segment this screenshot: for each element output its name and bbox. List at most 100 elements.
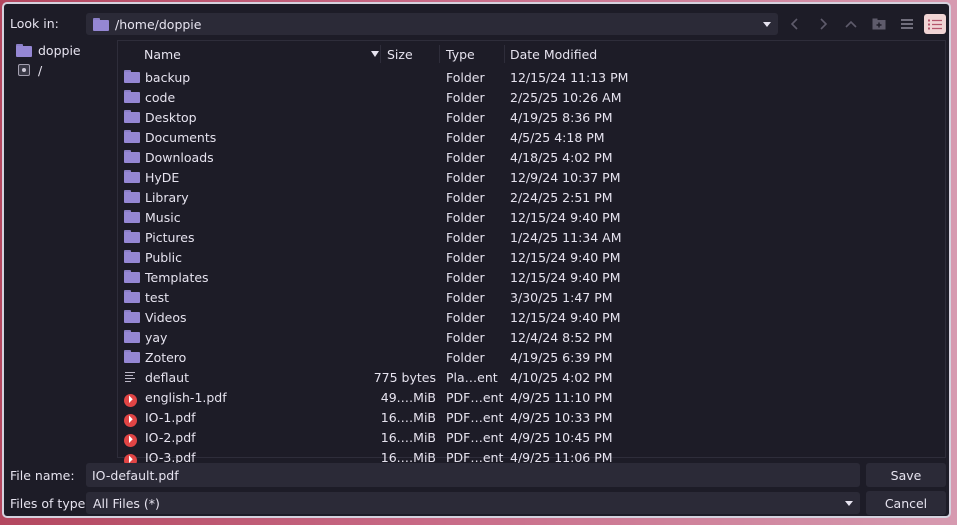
file-size: 16.…MiB (380, 430, 436, 445)
file-name: Pictures (145, 230, 195, 245)
folder-icon (124, 330, 140, 346)
file-date-modified: 12/15/24 9:40 PM (510, 250, 621, 265)
column-type[interactable]: Type (446, 47, 475, 62)
pdf-icon: ⏵ (124, 430, 137, 447)
file-date-modified: 4/10/25 4:02 PM (510, 370, 613, 385)
detail-view-button[interactable] (924, 14, 946, 34)
column-date-modified[interactable]: Date Modified (510, 47, 597, 62)
column-name[interactable]: Name (144, 47, 181, 62)
file-size: 775 bytes (373, 370, 436, 385)
list-view-button[interactable] (896, 14, 918, 34)
file-date-modified: 4/19/25 8:36 PM (510, 110, 613, 125)
file-name: deflaut (145, 370, 189, 385)
file-date-modified: 4/9/25 10:45 PM (510, 430, 613, 445)
folder-icon (124, 90, 140, 106)
file-name: Library (145, 190, 189, 205)
file-date-modified: 1/24/25 11:34 AM (510, 230, 622, 245)
table-row[interactable]: Videos Folder 12/15/24 9:40 PM (118, 307, 945, 327)
table-header: Name Size Type Date Modified (118, 41, 945, 67)
table-row[interactable]: HyDE Folder 12/9/24 10:37 PM (118, 167, 945, 187)
table-row[interactable]: Public Folder 12/15/24 9:40 PM (118, 247, 945, 267)
file-date-modified: 4/19/25 6:39 PM (510, 350, 613, 365)
folder-icon (124, 210, 140, 226)
column-size[interactable]: Size (387, 47, 413, 62)
folder-icon (124, 310, 140, 326)
table-row[interactable]: Zotero Folder 4/19/25 6:39 PM (118, 347, 945, 367)
file-type: Folder (446, 130, 485, 145)
places-sidebar: doppie / (12, 40, 110, 458)
table-row[interactable]: ⏵ IO-2.pdf 16.…MiB PDF…ent 4/9/25 10:45 PM (118, 427, 945, 447)
file-type: PDF…ent (446, 410, 504, 425)
detail-view-icon (928, 19, 942, 29)
new-folder-icon (872, 18, 886, 30)
file-name: Public (145, 250, 182, 265)
table-row[interactable]: Pictures Folder 1/24/25 11:34 AM (118, 227, 945, 247)
file-date-modified: 12/9/24 10:37 PM (510, 170, 621, 185)
file-date-modified: 2/25/25 10:26 AM (510, 90, 622, 105)
files-of-type-combo[interactable]: All Files (*) (86, 492, 860, 514)
file-name: code (145, 90, 176, 105)
drive-icon (18, 64, 30, 76)
file-name: IO-1.pdf (145, 410, 196, 425)
file-type: Folder (446, 210, 485, 225)
folder-icon (124, 350, 140, 366)
sort-desc-icon (371, 51, 379, 57)
folder-icon (124, 190, 140, 206)
folder-icon (124, 290, 140, 306)
file-name: english-1.pdf (145, 390, 227, 405)
file-list: Name Size Type Date Modified backup Folde… (117, 40, 946, 467)
table-row[interactable]: Desktop Folder 4/19/25 8:36 PM (118, 107, 945, 127)
folder-icon (124, 250, 140, 266)
table-row[interactable]: Music Folder 12/15/24 9:40 PM (118, 207, 945, 227)
file-type: PDF…ent (446, 430, 504, 445)
folder-icon (124, 130, 140, 146)
file-type: Folder (446, 290, 485, 305)
table-row[interactable]: ⏵ IO-1.pdf 16.…MiB PDF…ent 4/9/25 10:33 PM (118, 407, 945, 427)
file-type: Folder (446, 270, 485, 285)
look-in-combo[interactable]: /home/doppie (86, 13, 778, 35)
cancel-button[interactable]: Cancel (866, 491, 946, 515)
file-date-modified: 12/15/24 9:40 PM (510, 310, 621, 325)
pdf-icon: ⏵ (124, 390, 137, 407)
sidebar-item-label: / (38, 62, 43, 78)
table-row[interactable]: code Folder 2/25/25 10:26 AM (118, 87, 945, 107)
table-row[interactable]: backup Folder 12/15/24 11:13 PM (118, 67, 945, 87)
file-type: Folder (446, 230, 485, 245)
file-name: Zotero (145, 350, 187, 365)
new-folder-button[interactable] (868, 14, 890, 34)
file-name-field[interactable] (86, 463, 860, 487)
back-button[interactable] (784, 14, 806, 34)
table-row[interactable]: Documents Folder 4/5/25 4:18 PM (118, 127, 945, 147)
file-date-modified: 12/4/24 8:52 PM (510, 330, 613, 345)
table-row[interactable]: Templates Folder 12/15/24 9:40 PM (118, 267, 945, 287)
file-type: Folder (446, 190, 485, 205)
file-name: yay (145, 330, 168, 345)
table-row[interactable]: yay Folder 12/4/24 8:52 PM (118, 327, 945, 347)
sidebar-item-doppie[interactable]: doppie (12, 40, 110, 60)
table-row[interactable]: ⏵ english-1.pdf 49.…MiB PDF…ent 4/9/25 11:10… (118, 387, 945, 407)
file-date-modified: 12/15/24 9:40 PM (510, 270, 621, 285)
forward-button[interactable] (812, 14, 834, 34)
file-name: backup (145, 70, 191, 85)
file-name: HyDE (145, 170, 180, 185)
file-name: Music (145, 210, 181, 225)
table-row[interactable]: Library Folder 2/24/25 2:51 PM (118, 187, 945, 207)
file-name-label: File name: (10, 468, 75, 483)
column-divider[interactable] (380, 45, 381, 63)
table-row[interactable]: deflaut 775 bytes Pla…ent 4/10/25 4:02 PM (118, 367, 945, 387)
table-row[interactable]: test Folder 3/30/25 1:47 PM (118, 287, 945, 307)
table-row[interactable]: Downloads Folder 4/18/25 4:02 PM (118, 147, 945, 167)
folder-icon (124, 70, 140, 86)
file-name: Documents (145, 130, 217, 145)
save-button[interactable]: Save (866, 463, 946, 487)
file-name: Templates (145, 270, 209, 285)
files-of-type-label: Files of type: (10, 496, 90, 511)
folder-icon (124, 110, 140, 126)
column-divider[interactable] (439, 45, 440, 63)
file-dialog: Look in: /home/doppie doppie / Name Size… (2, 2, 951, 518)
file-size: 16.…MiB (380, 410, 436, 425)
up-button[interactable] (840, 14, 862, 34)
column-divider[interactable] (504, 45, 505, 63)
sidebar-item-label: doppie (38, 42, 81, 58)
sidebar-item-root[interactable]: / (12, 60, 110, 80)
